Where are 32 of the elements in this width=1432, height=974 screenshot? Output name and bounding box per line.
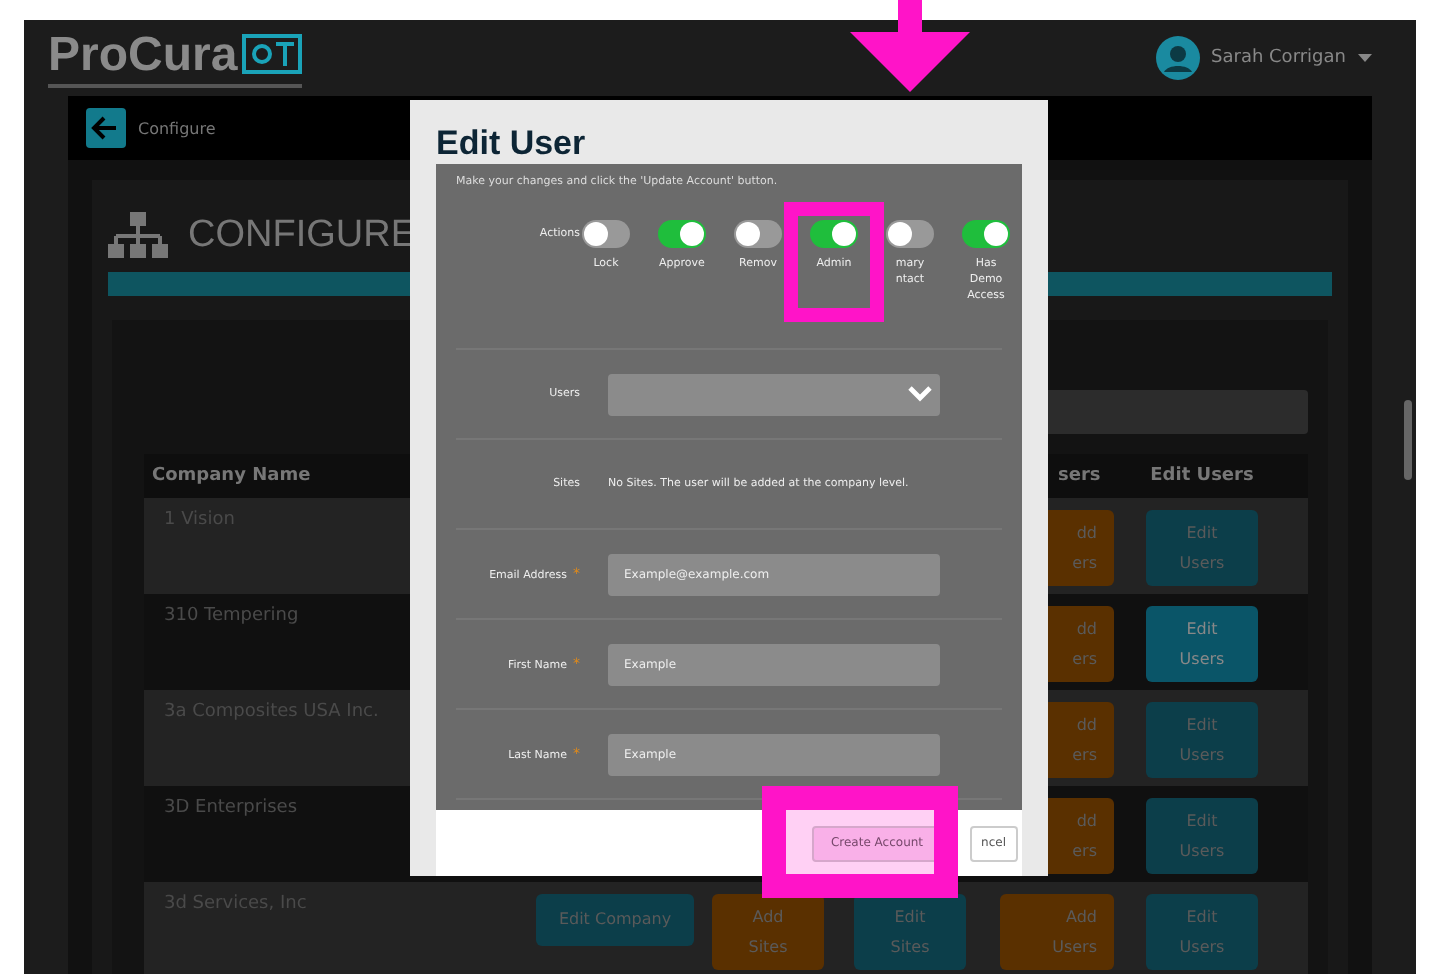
edit-users-button[interactable]: Edit Users	[1146, 510, 1258, 586]
logo-text: ProCura	[48, 29, 238, 81]
add-users-button[interactable]: Add Users	[999, 894, 1113, 970]
avatar-icon	[1155, 36, 1200, 80]
chevron-down-icon	[908, 386, 932, 402]
edit-users-button[interactable]: Edit Users	[1146, 798, 1258, 874]
breadcrumb-label[interactable]: Configure	[138, 119, 216, 137]
edit-users-button[interactable]: Edit Users	[1146, 702, 1258, 778]
edit-company-button[interactable]: Edit Company	[536, 894, 694, 946]
company-name: 310 Tempering	[164, 606, 299, 626]
column-header: Edit Users	[1148, 466, 1256, 486]
highlight-frame	[784, 202, 884, 322]
company-name: 3D Enterprises	[164, 798, 298, 818]
toggle-switch[interactable]	[658, 220, 706, 248]
caret-icon	[1358, 54, 1372, 62]
user-menu[interactable]: Sarah Corrigan	[1155, 36, 1372, 80]
edit-users-button[interactable]: Edit Users	[1146, 606, 1258, 682]
org-chart-icon	[108, 212, 168, 260]
scrollbar[interactable]	[1404, 400, 1412, 480]
page-heading: CONFIGURE	[188, 214, 416, 258]
edit-users-button[interactable]: Edit Users	[1146, 894, 1258, 970]
column-header: sers	[1056, 466, 1103, 486]
edit-sites-button[interactable]: Edit Sites	[854, 894, 966, 970]
add-sites-button[interactable]: Add Sites	[712, 894, 824, 970]
toggle-switch[interactable]	[810, 220, 858, 248]
logo-icon	[241, 33, 302, 77]
dialog-title: Edit User	[436, 124, 588, 164]
toggle-switch[interactable]	[582, 220, 630, 248]
toggle-switch[interactable]	[962, 220, 1010, 248]
toggle-switch[interactable]	[886, 220, 934, 248]
column-header: Company Name	[150, 466, 313, 486]
toggle-switch[interactable]	[734, 220, 782, 248]
